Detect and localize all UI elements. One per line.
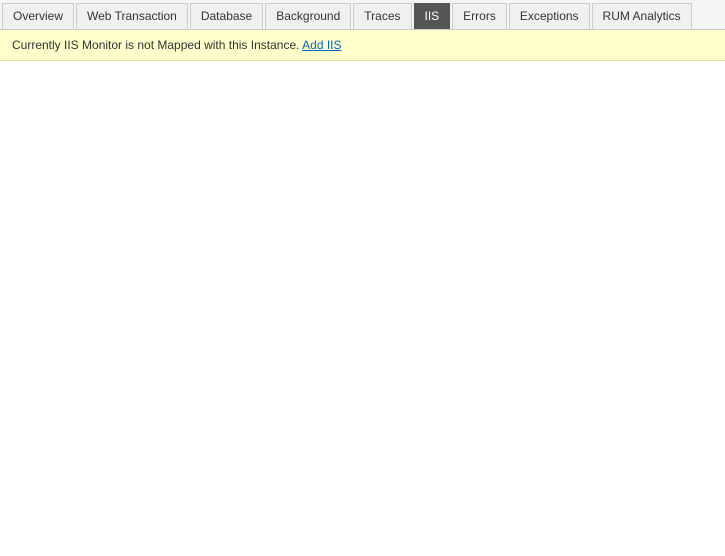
tab-traces[interactable]: Traces xyxy=(353,3,411,29)
notification-message: Currently IIS Monitor is not Mapped with… xyxy=(12,38,299,52)
tab-web-transaction[interactable]: Web Transaction xyxy=(76,3,188,29)
tab-iis[interactable]: IIS xyxy=(414,3,451,29)
tab-overview[interactable]: Overview xyxy=(2,3,74,29)
tab-database[interactable]: Database xyxy=(190,3,263,29)
add-iis-link[interactable]: Add IIS xyxy=(302,38,341,52)
tab-exceptions[interactable]: Exceptions xyxy=(509,3,590,29)
tab-bar: OverviewWeb TransactionDatabaseBackgroun… xyxy=(0,0,725,30)
tab-rum-analytics[interactable]: RUM Analytics xyxy=(592,3,692,29)
tab-background[interactable]: Background xyxy=(265,3,351,29)
content-area xyxy=(0,61,725,541)
tab-errors[interactable]: Errors xyxy=(452,3,507,29)
notification-bar: Currently IIS Monitor is not Mapped with… xyxy=(0,30,725,61)
